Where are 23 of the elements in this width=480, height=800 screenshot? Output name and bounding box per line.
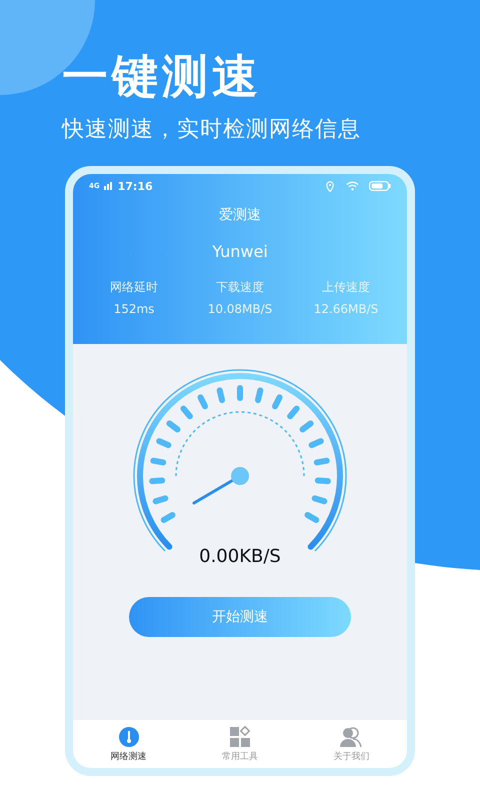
people-icon — [339, 726, 364, 748]
network-name: Yunwei — [211, 242, 269, 261]
location-icon — [326, 180, 334, 192]
subtitle: 快速测速，实时检测网络信息 — [62, 116, 361, 144]
stat-value: 152ms — [114, 302, 154, 316]
grid-icon — [228, 726, 251, 748]
stat-label: 上传速度 — [322, 279, 370, 296]
start-test-button[interactable]: 开始测速 — [129, 597, 351, 637]
speed-reading: 0.00KB/S — [199, 546, 281, 567]
battery-icon — [369, 181, 391, 191]
nav-tab[interactable]: 关于我们 — [296, 720, 407, 768]
headline: 一键测速 — [62, 48, 263, 104]
stat-label: 网络延时 — [110, 279, 158, 296]
gauge-icon — [118, 726, 140, 748]
stat-value: 12.66MB/S — [314, 302, 378, 316]
signal-icon — [104, 182, 114, 190]
wifi-icon — [346, 181, 359, 191]
nav-tab[interactable]: 常用工具 — [184, 720, 296, 768]
status-time: 17:16 — [118, 180, 153, 192]
nav-tab[interactable]: 网络测速 — [73, 720, 184, 768]
stat-label: 下载速度 — [216, 279, 264, 296]
stat-value: 10.08MB/S — [208, 302, 272, 316]
app-title: 爱测速 — [218, 206, 262, 224]
